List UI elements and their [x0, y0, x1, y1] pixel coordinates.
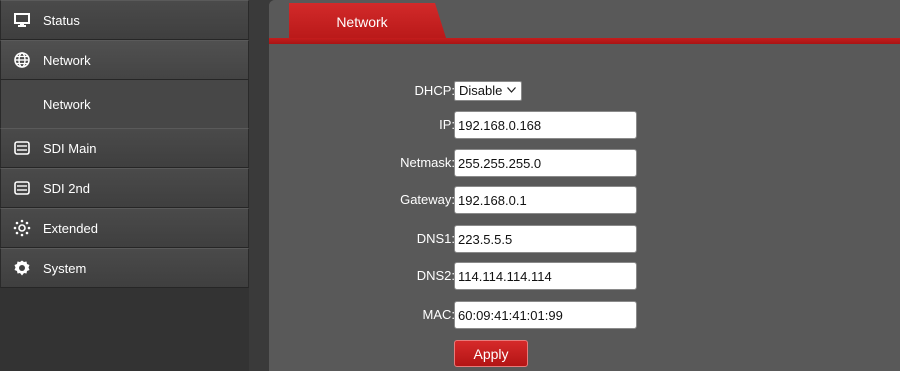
main-panel: Network DHCP: Disable IP: Netmask: Gatew… [269, 0, 900, 371]
sidebar-item-label: SDI Main [43, 140, 97, 156]
sidebar-item-label: Extended [43, 220, 98, 236]
dns1-row: DNS1: [269, 224, 900, 254]
monitor-icon [13, 11, 31, 29]
sidebar-item-label: System [43, 260, 87, 276]
dns2-row: DNS2: [269, 261, 900, 291]
netmask-label: Netmask: [400, 155, 455, 170]
mac-row: MAC: [269, 300, 900, 330]
dns2-label: DNS2: [416, 268, 455, 283]
drive-icon [13, 179, 31, 197]
drive-icon [13, 139, 31, 157]
sidebar-item-label: SDI 2nd [43, 180, 90, 196]
chevron-down-icon [507, 87, 516, 93]
tab-network[interactable]: Network [289, 3, 447, 41]
dhcp-select[interactable]: Disable [454, 81, 522, 101]
dhcp-row: DHCP: Disable [269, 76, 900, 106]
apply-button[interactable]: Apply [454, 340, 528, 367]
sidebar-subitem-label: Network [43, 96, 91, 112]
netmask-row: Netmask: [269, 148, 900, 178]
sidebar-item-status[interactable]: Status [0, 0, 249, 40]
network-form: DHCP: Disable IP: Netmask: Gateway: DNS1… [269, 44, 900, 371]
gateway-row: Gateway: [269, 185, 900, 215]
ip-input[interactable] [454, 111, 637, 139]
sidebar-item-sdi-2nd[interactable]: SDI 2nd [0, 168, 249, 208]
ip-row: IP: [269, 110, 900, 140]
nav-list: Status Network Network SDI Main SDI 2nd [0, 0, 249, 288]
mac-label: MAC: [422, 307, 456, 322]
sidebar-item-label: Network [43, 52, 91, 68]
dhcp-label: DHCP: [414, 83, 455, 98]
gear-dots-icon [13, 219, 31, 237]
mac-input[interactable] [454, 301, 637, 329]
sidebar-subitem-network[interactable]: Network [0, 80, 249, 128]
sidebar: Status Network Network SDI Main SDI 2nd [0, 0, 249, 371]
gateway-input[interactable] [454, 186, 637, 214]
dns1-label: DNS1: [416, 231, 455, 246]
settings-icon [13, 259, 31, 277]
dhcp-select-value: Disable [459, 83, 503, 98]
netmask-input[interactable] [454, 149, 637, 177]
gateway-label: Gateway: [400, 192, 455, 207]
sidebar-item-label: Status [43, 12, 80, 28]
dns2-input[interactable] [454, 262, 637, 290]
sidebar-item-network[interactable]: Network [0, 40, 249, 80]
tab-bar: Network [269, 0, 900, 44]
dns1-input[interactable] [454, 225, 637, 253]
sidebar-item-sdi-main[interactable]: SDI Main [0, 128, 249, 168]
globe-icon [13, 51, 31, 69]
sidebar-item-system[interactable]: System [0, 248, 249, 288]
sidebar-item-extended[interactable]: Extended [0, 208, 249, 248]
ip-label: IP: [439, 117, 455, 132]
